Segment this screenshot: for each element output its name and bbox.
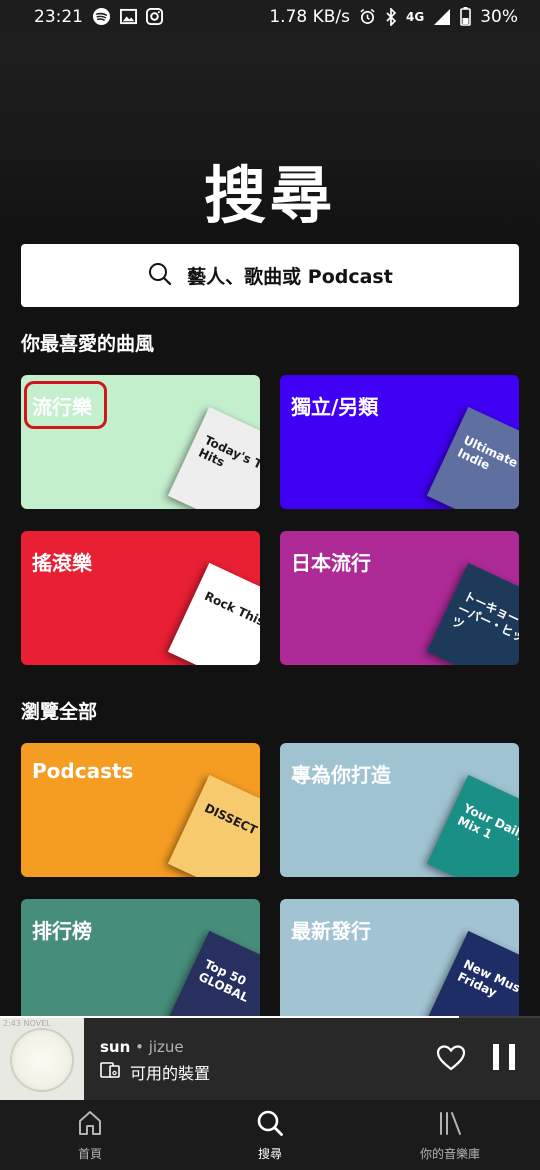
home-icon (76, 1109, 104, 1141)
genre-tile-label: 專為你打造 (291, 763, 391, 787)
genre-tile[interactable]: 搖滾樂 Rock This (21, 531, 260, 665)
genre-tile-label: 獨立/另類 (291, 395, 379, 419)
now-playing-bar[interactable]: 2:43 NOVEL sun • jizue 可用的裝置 (0, 1016, 540, 1100)
cover-art-text: DISSECT (202, 800, 260, 838)
library-icon (436, 1109, 464, 1141)
nav-library-label: 你的音樂庫 (419, 1146, 480, 1161)
playlist-cover-art: Ultimate Indie (426, 406, 519, 509)
search-input[interactable]: 藝人、歌曲或 Podcast (21, 244, 519, 307)
nav-search[interactable]: 搜尋 (190, 1109, 350, 1162)
status-time: 23:21 (34, 6, 83, 27)
album-art-text: 2:43 NOVEL (3, 1019, 51, 1028)
page-title: 搜尋 (203, 159, 336, 232)
net-speed: 1.78 KB/s (269, 6, 350, 27)
cover-art-text: Your Daily Mix 1 (455, 800, 519, 843)
alarm-icon (359, 8, 376, 25)
cover-art-text: Top 50 GLOBAL (196, 956, 251, 1005)
album-art[interactable]: 2:43 NOVEL (0, 1018, 84, 1100)
genre-tile-label: 排行榜 (32, 919, 92, 943)
bottom-nav: 首頁 搜尋 你的音樂庫 (0, 1100, 540, 1170)
highlight-annotation (24, 381, 107, 429)
search-icon (256, 1109, 284, 1141)
pause-button[interactable] (493, 1044, 515, 1072)
nav-library[interactable]: 你的音樂庫 (370, 1109, 530, 1162)
connect-device-button[interactable]: 可用的裝置 (100, 1060, 210, 1084)
network-type: 4G (406, 9, 425, 24)
genre-tile[interactable]: 流行樂 Today's Top Hits (21, 375, 260, 509)
cover-art-text: Ultimate Indie (455, 432, 519, 473)
battery-icon (460, 7, 472, 26)
cover-art-text: Today's Top Hits (196, 432, 260, 479)
genre-tile[interactable]: 專為你打造 Your Daily Mix 1 (280, 743, 519, 877)
battery-level: 30% (480, 6, 518, 27)
genre-tile[interactable]: Podcasts DISSECT (21, 743, 260, 877)
playlist-cover-art: DISSECT (167, 774, 260, 877)
cover-art-text: New Music Friday (455, 956, 519, 1001)
album-disc-image (10, 1028, 74, 1092)
browse-section-title: 瀏覽全部 (21, 701, 98, 723)
track-artist: jizue (148, 1038, 184, 1056)
playlist-cover-art: Rock This (167, 562, 260, 665)
favorites-section-title: 你最喜愛的曲風 (21, 333, 155, 355)
bluetooth-icon (385, 7, 397, 26)
status-bar: 23:21 1.78 KB/s 4G 30% (0, 0, 540, 33)
genre-tile-label: 最新發行 (291, 919, 371, 943)
signal-icon (433, 8, 451, 26)
spotify-icon (92, 7, 111, 26)
device-label: 可用的裝置 (130, 1064, 211, 1083)
gallery-icon (120, 8, 137, 25)
track-info[interactable]: sun • jizue (100, 1038, 184, 1056)
cover-art-text: トーキョー スーパー・ヒッツ (449, 588, 519, 645)
search-icon (147, 261, 173, 291)
genre-tile[interactable]: 獨立/另類 Ultimate Indie (280, 375, 519, 509)
genre-tile[interactable]: 日本流行トーキョー スーパー・ヒッツ (280, 531, 519, 665)
cover-art-text: Rock This (202, 588, 260, 629)
pause-bar-left (493, 1044, 499, 1070)
nav-search-label: 搜尋 (257, 1146, 282, 1161)
track-title: sun (100, 1038, 131, 1056)
search-header: 搜尋 (0, 33, 540, 235)
genre-tile-label: 日本流行 (291, 551, 371, 575)
nav-home-label: 首頁 (77, 1146, 102, 1161)
genre-tile-label: Podcasts (32, 759, 134, 783)
devices-icon (100, 1061, 122, 1083)
heart-icon[interactable] (436, 1044, 466, 1072)
genre-tile-label: 搖滾樂 (32, 551, 92, 575)
instagram-icon (146, 8, 163, 25)
playlist-cover-art: トーキョー スーパー・ヒッツ (426, 562, 519, 665)
pause-bar-right (509, 1044, 515, 1070)
genre-tile[interactable]: 最新發行 New Music Friday (280, 899, 519, 1033)
playlist-cover-art: Today's Top Hits (167, 406, 260, 509)
search-placeholder: 藝人、歌曲或 Podcast (187, 266, 393, 288)
track-separator: • (135, 1038, 144, 1056)
nav-home[interactable]: 首頁 (10, 1109, 170, 1162)
genre-tile[interactable]: 排行榜 Top 50 GLOBAL (21, 899, 260, 1033)
playlist-cover-art: Your Daily Mix 1 (426, 774, 519, 877)
